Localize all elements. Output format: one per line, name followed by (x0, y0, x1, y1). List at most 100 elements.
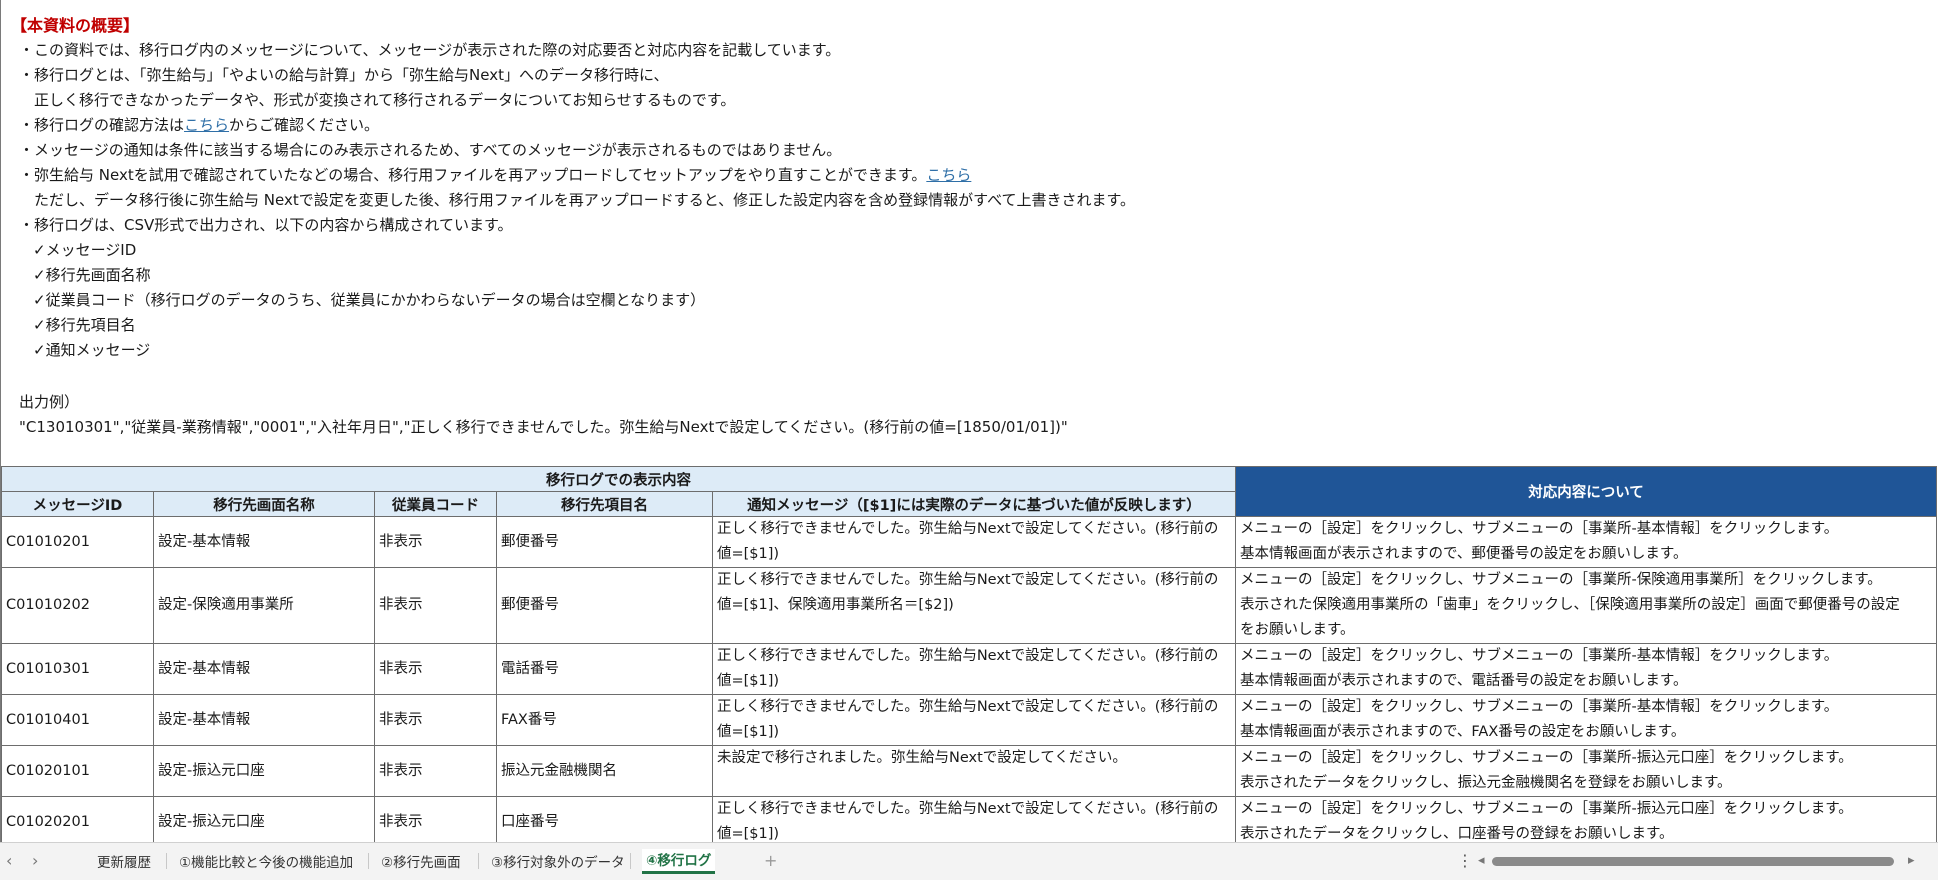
check-item-message: ✓通知メッセージ (33, 341, 151, 359)
overview-line-7: ただし、データ移行後に弥生給与 Nextで設定を変更した後、移行用ファイルを再ア… (19, 191, 1135, 209)
example-output: "C13010301","従業員-業務情報","0001","入社年月日","正… (19, 418, 1068, 436)
response-line: 表示されたデータをクリックし、口座番号の登録をお願いします。 (1240, 826, 1674, 842)
message-id-cell[interactable]: C01010202 (1, 567, 154, 644)
notification-message-cell[interactable]: 正しく移行できませんでした。弥生給与Nextで設定してください。(移行前の値=[… (712, 567, 1236, 644)
tab-divider (166, 853, 167, 869)
horizontal-scrollbar[interactable] (1492, 857, 1894, 866)
check-item-field-name: ✓移行先項目名 (33, 316, 136, 334)
check-item-message-id: ✓メッセージID (33, 241, 137, 259)
overview-line-5: ・メッセージの通知は条件に該当する場合にのみ表示されるため、すべてのメッセージが… (19, 141, 842, 159)
col-header-message-id: メッセージID (1, 491, 154, 517)
screen-name-cell[interactable]: 設定-基本情報 (153, 516, 375, 568)
response-line: 表示されたデータをクリックし、振込元金融機関名を登録をお願いします。 (1240, 775, 1732, 791)
table-row: C01010201 設定-基本情報 非表示 郵便番号 正しく移行できませんでした。弥生給… (1, 516, 1937, 568)
scroll-right-icon[interactable]: ▸ (1908, 853, 1915, 868)
tab-destination-screens[interactable]: ②移行先画面 (381, 851, 461, 871)
notification-message-cell[interactable]: 正しく移行できませんでした。弥生給与Nextで設定してください。(移行前の値=[… (712, 643, 1236, 695)
response-cell[interactable]: メニューの［設定］をクリックし、サブメニューの［事業所-基本情報］をクリックしま… (1235, 516, 1937, 568)
table-row: C01020201 設定-振込元口座 非表示 口座番号 正しく移行できませんでした。弥生… (1, 796, 1937, 842)
notification-message-cell[interactable]: 未設定で移行されました。弥生給与Nextで設定してください。 (712, 745, 1236, 797)
more-options-icon[interactable]: ⋮ (1457, 851, 1473, 870)
response-line: メニューの［設定］をクリックし、サブメニューの［事業所-基本情報］をクリックしま… (1240, 648, 1839, 664)
overview-line-3: 正しく移行できなかったデータや、形式が変換されて移行されるデータについてお知らせ… (19, 91, 736, 109)
overview-line-6: ・弥生給与 Nextを試用で確認されていたなどの場合、移行用ファイルを再アップロ… (19, 166, 972, 184)
col-header-screen: 移行先画面名称 (153, 491, 375, 517)
screen-name-cell[interactable]: 設定-基本情報 (153, 694, 375, 746)
response-line: 表示された保険適用事業所の「歯車」をクリックし、［保険適用事業所の設定］画面で郵… (1240, 597, 1900, 613)
migration-log-table: 移行ログでの表示内容 対応内容について メッセージID 移行先画面名称 従業員コ… (1, 466, 1937, 842)
table-row: C01010401 設定-基本情報 非表示 FAX番号 正しく移行できませんでした。弥生… (1, 694, 1937, 746)
message-id-cell[interactable]: C01010201 (1, 516, 154, 568)
response-header: 対応内容について (1235, 466, 1937, 517)
employee-code-cell[interactable]: 非表示 (374, 796, 497, 842)
notification-message-cell[interactable]: 正しく移行できませんでした。弥生給与Nextで設定してください。(移行前の値=[… (712, 516, 1236, 568)
check-item-employee-code: ✓従業員コード（移行ログのデータのうち、従業員にかかわらないデータの場合は空欄と… (33, 291, 706, 309)
notification-message-cell[interactable]: 正しく移行できませんでした。弥生給与Nextで設定してください。(移行前の値=[… (712, 694, 1236, 746)
overview-section: 【本資料の概要】 ・この資料では、移行ログ内のメッセージについて、メッセージが表… (1, 0, 1938, 466)
response-line: メニューの［設定］をクリックし、サブメニューの［事業所-基本情報］をクリックしま… (1240, 699, 1839, 715)
employee-code-cell[interactable]: 非表示 (374, 643, 497, 695)
response-line: メニューの［設定］をクリックし、サブメニューの［事業所-振込元口座］をクリックし… (1240, 801, 1853, 817)
log-display-header: 移行ログでの表示内容 (1, 466, 1236, 492)
message-id-cell[interactable]: C01010301 (1, 643, 154, 695)
tab-divider (630, 853, 631, 869)
field-name-cell[interactable]: 電話番号 (496, 643, 713, 695)
field-name-cell[interactable]: 郵便番号 (496, 516, 713, 568)
field-name-cell[interactable]: 振込元金融機関名 (496, 745, 713, 797)
table-row: C01020101 設定-振込元口座 非表示 振込元金融機関名 未設定で移行されました。… (1, 745, 1937, 797)
employee-code-cell[interactable]: 非表示 (374, 567, 497, 644)
message-id-cell[interactable]: C01010401 (1, 694, 154, 746)
response-cell[interactable]: メニューの［設定］をクリックし、サブメニューの［事業所-振込元口座］をクリックし… (1235, 796, 1937, 842)
tab-divider (368, 853, 369, 869)
tab-excluded-data[interactable]: ③移行対象外のデータ (491, 851, 625, 871)
overview-line-8: ・移行ログは、CSV形式で出力され、以下の内容から構成されています。 (19, 216, 513, 234)
overview-line-4: ・移行ログの確認方法はこちらからご確認ください。 (19, 116, 380, 134)
response-cell[interactable]: メニューの［設定］をクリックし、サブメニューの［事業所-振込元口座］をクリックし… (1235, 745, 1937, 797)
col-header-message: 通知メッセージ（[$1]には実際のデータに基づいた値が反映します） (712, 491, 1236, 517)
screen-name-cell[interactable]: 設定-振込元口座 (153, 796, 375, 842)
prev-sheet-button[interactable]: ‹ (6, 851, 12, 870)
response-line: 基本情報画面が表示されますので、FAX番号の設定をお願いします。 (1240, 724, 1686, 740)
response-line: メニューの［設定］をクリックし、サブメニューの［事業所-基本情報］をクリックしま… (1240, 521, 1839, 537)
table-row: C01010301 設定-基本情報 非表示 電話番号 正しく移行できませんでした。弥生給… (1, 643, 1937, 695)
tab-divider (478, 853, 479, 869)
sheet-tab-bar: ‹ › 更新履歴 ①機能比較と今後の機能追加 ②移行先画面 ③移行対象外のデータ… (0, 842, 1938, 880)
next-sheet-button[interactable]: › (32, 851, 38, 870)
scroll-left-icon[interactable]: ◂ (1478, 853, 1485, 868)
field-name-cell[interactable]: 口座番号 (496, 796, 713, 842)
tab-feature-comparison[interactable]: ①機能比較と今後の機能追加 (179, 851, 353, 871)
response-line: をお願いします。 (1240, 622, 1355, 638)
overview-line-2: ・移行ログとは、「弥生給与」「やよいの給与計算」から「弥生給与Next」へのデー… (19, 66, 669, 84)
table-row: C01010202 設定-保険適用事業所 非表示 郵便番号 正しく移行できませんでした。… (1, 567, 1937, 644)
response-cell[interactable]: メニューの［設定］をクリックし、サブメニューの［事業所-基本情報］をクリックしま… (1235, 694, 1937, 746)
overview-line-1: ・この資料では、移行ログ内のメッセージについて、メッセージが表示された際の対応要… (19, 41, 841, 59)
response-line: メニューの［設定］をクリックし、サブメニューの［事業所-保険適用事業所］をクリッ… (1240, 572, 1882, 588)
response-line: メニューの［設定］をクリックし、サブメニューの［事業所-振込元口座］をクリックし… (1240, 750, 1853, 766)
screen-name-cell[interactable]: 設定-基本情報 (153, 643, 375, 695)
field-name-cell[interactable]: FAX番号 (496, 694, 713, 746)
reupload-link[interactable]: こちら (926, 166, 971, 184)
spreadsheet-area[interactable]: 【本資料の概要】 ・この資料では、移行ログ内のメッセージについて、メッセージが表… (0, 0, 1938, 842)
add-sheet-icon[interactable]: + (764, 851, 777, 870)
screen-name-cell[interactable]: 設定-保険適用事業所 (153, 567, 375, 644)
message-id-cell[interactable]: C01020201 (1, 796, 154, 842)
employee-code-cell[interactable]: 非表示 (374, 745, 497, 797)
log-check-link[interactable]: こちら (184, 116, 229, 134)
tab-update-history[interactable]: 更新履歴 (97, 851, 151, 871)
example-label: 出力例） (19, 393, 80, 411)
notification-message-cell[interactable]: 正しく移行できませんでした。弥生給与Nextで設定してください。(移行前の値=[… (712, 796, 1236, 842)
response-line: 基本情報画面が表示されますので、郵便番号の設定をお願いします。 (1240, 546, 1688, 562)
overview-title: 【本資料の概要】 (11, 16, 140, 35)
response-cell[interactable]: メニューの［設定］をクリックし、サブメニューの［事業所-保険適用事業所］をクリッ… (1235, 567, 1937, 644)
employee-code-cell[interactable]: 非表示 (374, 516, 497, 568)
screen-name-cell[interactable]: 設定-振込元口座 (153, 745, 375, 797)
response-line: 基本情報画面が表示されますので、電話番号の設定をお願いします。 (1240, 673, 1688, 689)
employee-code-cell[interactable]: 非表示 (374, 694, 497, 746)
col-header-field: 移行先項目名 (496, 491, 713, 517)
check-item-screen-name: ✓移行先画面名称 (33, 266, 151, 284)
field-name-cell[interactable]: 郵便番号 (496, 567, 713, 644)
tab-migration-log[interactable]: ④移行ログ (642, 849, 716, 874)
message-id-cell[interactable]: C01020101 (1, 745, 154, 797)
col-header-employee-code: 従業員コード (374, 491, 497, 517)
response-cell[interactable]: メニューの［設定］をクリックし、サブメニューの［事業所-基本情報］をクリックしま… (1235, 643, 1937, 695)
